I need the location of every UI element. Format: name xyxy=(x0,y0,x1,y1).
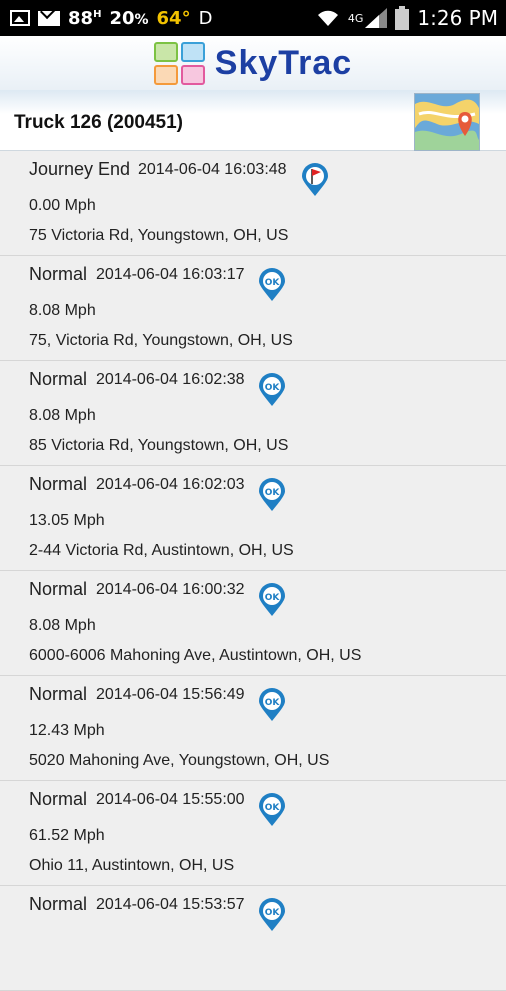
event-timestamp: 2014-06-04 15:55:00 xyxy=(96,791,245,808)
event-speed: 8.08 Mph xyxy=(29,302,96,319)
event-speed: 13.05 Mph xyxy=(29,512,105,529)
event-address: 85 Victoria Rd, Youngstown, OH, US xyxy=(29,437,289,454)
temperature-notification: 64° xyxy=(156,7,191,29)
ok-pin-icon[interactable]: OK xyxy=(258,688,286,722)
status-bar-notifications: 88H 20% 64° D xyxy=(0,8,212,29)
event-speed: 61.52 Mph xyxy=(29,827,105,844)
event-timestamp: 2014-06-04 16:02:03 xyxy=(96,476,245,493)
svg-text:OK: OK xyxy=(265,383,281,393)
signal-icon xyxy=(365,8,388,28)
event-address: 2-44 Victoria Rd, Austintown, OH, US xyxy=(29,542,294,559)
event-address: 6000-6006 Mahoning Ave, Austintown, OH, … xyxy=(29,647,362,664)
ok-pin-icon[interactable]: OK xyxy=(258,898,286,932)
event-list-item[interactable]: Journey End 2014-06-04 16:03:48 0.00 Mph 75… xyxy=(0,151,506,256)
mail-notification-icon xyxy=(38,10,60,26)
svg-text:OK: OK xyxy=(265,278,281,288)
network-type: 4G xyxy=(347,12,364,25)
event-list-item[interactable]: Normal 2014-06-04 15:56:49 OK 12.43 Mph 5020… xyxy=(0,676,506,781)
svg-text:OK: OK xyxy=(265,908,281,918)
event-speed: 8.08 Mph xyxy=(29,407,96,424)
status-bar: 88H 20% 64° D 4G 1:26 PM xyxy=(0,0,506,36)
event-status: Journey End xyxy=(29,159,131,179)
ok-pin-icon[interactable]: OK xyxy=(258,268,286,302)
event-list-item[interactable]: Normal 2014-06-04 16:02:03 OK 13.05 Mph 2-44… xyxy=(0,466,506,571)
event-speed: 0.00 Mph xyxy=(29,197,96,214)
event-status: Normal xyxy=(29,684,88,704)
event-address: 5020 Mahoning Ave, Youngstown, OH, US xyxy=(29,752,330,769)
flag-pin-icon[interactable] xyxy=(301,163,329,197)
event-speed: 12.43 Mph xyxy=(29,722,105,739)
event-timestamp: 2014-06-04 15:53:57 xyxy=(96,896,245,913)
d-notification-icon: D xyxy=(198,7,213,29)
event-address: 75, Victoria Rd, Youngstown, OH, US xyxy=(29,332,293,349)
event-list-item[interactable]: Normal 2014-06-04 15:53:57 OK xyxy=(0,886,506,991)
event-list-item[interactable]: Normal 2014-06-04 16:02:38 OK 8.08 Mph 85 Vi… xyxy=(0,361,506,466)
app-header: SkyTrac xyxy=(0,36,506,90)
event-timestamp: 2014-06-04 15:56:49 xyxy=(96,686,245,703)
event-list-item[interactable]: Normal 2014-06-04 15:55:00 OK 61.52 Mph Ohio… xyxy=(0,781,506,886)
event-list-item[interactable]: Normal 2014-06-04 16:03:17 OK 8.08 Mph 75, V… xyxy=(0,256,506,361)
event-address: 75 Victoria Rd, Youngstown, OH, US xyxy=(29,227,289,244)
event-list-item[interactable]: Normal 2014-06-04 16:00:32 OK 8.08 Mph 6000-… xyxy=(0,571,506,676)
vehicle-title: Truck 126 (200451) xyxy=(14,112,184,133)
svg-text:OK: OK xyxy=(265,803,281,813)
event-status: Normal xyxy=(29,579,88,599)
svg-text:OK: OK xyxy=(265,488,281,498)
svg-text:OK: OK xyxy=(265,698,281,708)
ok-pin-icon[interactable]: OK xyxy=(258,583,286,617)
event-timestamp: 2014-06-04 16:03:48 xyxy=(138,161,287,178)
map-icon xyxy=(415,94,479,150)
status-bar-system: 4G 1:26 PM xyxy=(316,6,506,30)
event-status: Normal xyxy=(29,789,88,809)
event-speed: 8.08 Mph xyxy=(29,617,96,634)
skytrac-logo-icon xyxy=(153,41,205,85)
event-address: Ohio 11, Austintown, OH, US xyxy=(29,857,235,874)
ok-pin-icon[interactable]: OK xyxy=(258,793,286,827)
event-status: Normal xyxy=(29,474,88,494)
event-list: Journey End 2014-06-04 16:03:48 0.00 Mph 75… xyxy=(0,151,506,991)
ok-pin-icon[interactable]: OK xyxy=(258,373,286,407)
event-status: Normal xyxy=(29,369,88,389)
battery-icon xyxy=(395,6,410,30)
brand-name: SkyTrac xyxy=(214,43,353,82)
clock: 1:26 PM xyxy=(417,6,498,30)
event-status: Normal xyxy=(29,264,88,284)
ok-pin-icon[interactable]: OK xyxy=(258,478,286,512)
event-timestamp: 2014-06-04 16:00:32 xyxy=(96,581,245,598)
event-status: Normal xyxy=(29,894,88,914)
event-timestamp: 2014-06-04 16:02:38 xyxy=(96,371,245,388)
map-view-button[interactable] xyxy=(414,93,480,151)
battery-percent-notification: 88H xyxy=(68,7,102,29)
svg-text:OK: OK xyxy=(265,593,281,603)
wifi-icon xyxy=(317,10,338,26)
event-timestamp: 2014-06-04 16:03:17 xyxy=(96,266,245,283)
image-notification-icon xyxy=(10,10,30,26)
charge-percent-notification: 20% xyxy=(109,7,149,29)
